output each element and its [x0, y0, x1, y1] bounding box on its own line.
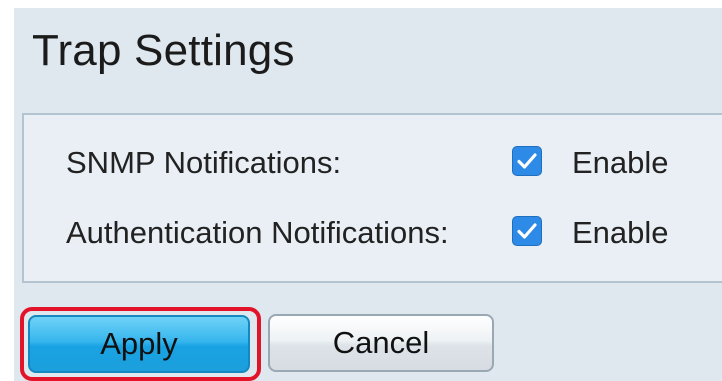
trap-settings-window: Trap Settings SNMP Notifications: Enable… [14, 0, 722, 381]
authentication-notifications-label: Authentication Notifications: [66, 215, 449, 250]
page-title: Trap Settings [32, 26, 295, 75]
authentication-notifications-row: Authentication Notifications: Enable [24, 207, 722, 257]
snmp-notifications-enable-label: Enable [572, 145, 669, 180]
action-button-row: Apply Cancel [14, 306, 722, 381]
apply-button[interactable]: Apply [28, 315, 250, 373]
settings-panel: SNMP Notifications: Enable Authenticatio… [22, 113, 722, 283]
snmp-notifications-enable-checkbox[interactable] [512, 146, 542, 176]
snmp-notifications-row: SNMP Notifications: Enable [24, 137, 722, 187]
cancel-button[interactable]: Cancel [268, 314, 494, 372]
snmp-notifications-label: SNMP Notifications: [66, 145, 342, 180]
checkmark-icon [517, 223, 537, 239]
authentication-notifications-enable-label: Enable [572, 215, 669, 250]
checkmark-icon [517, 153, 537, 169]
top-divider [14, 0, 722, 8]
authentication-notifications-enable-checkbox[interactable] [512, 216, 542, 246]
